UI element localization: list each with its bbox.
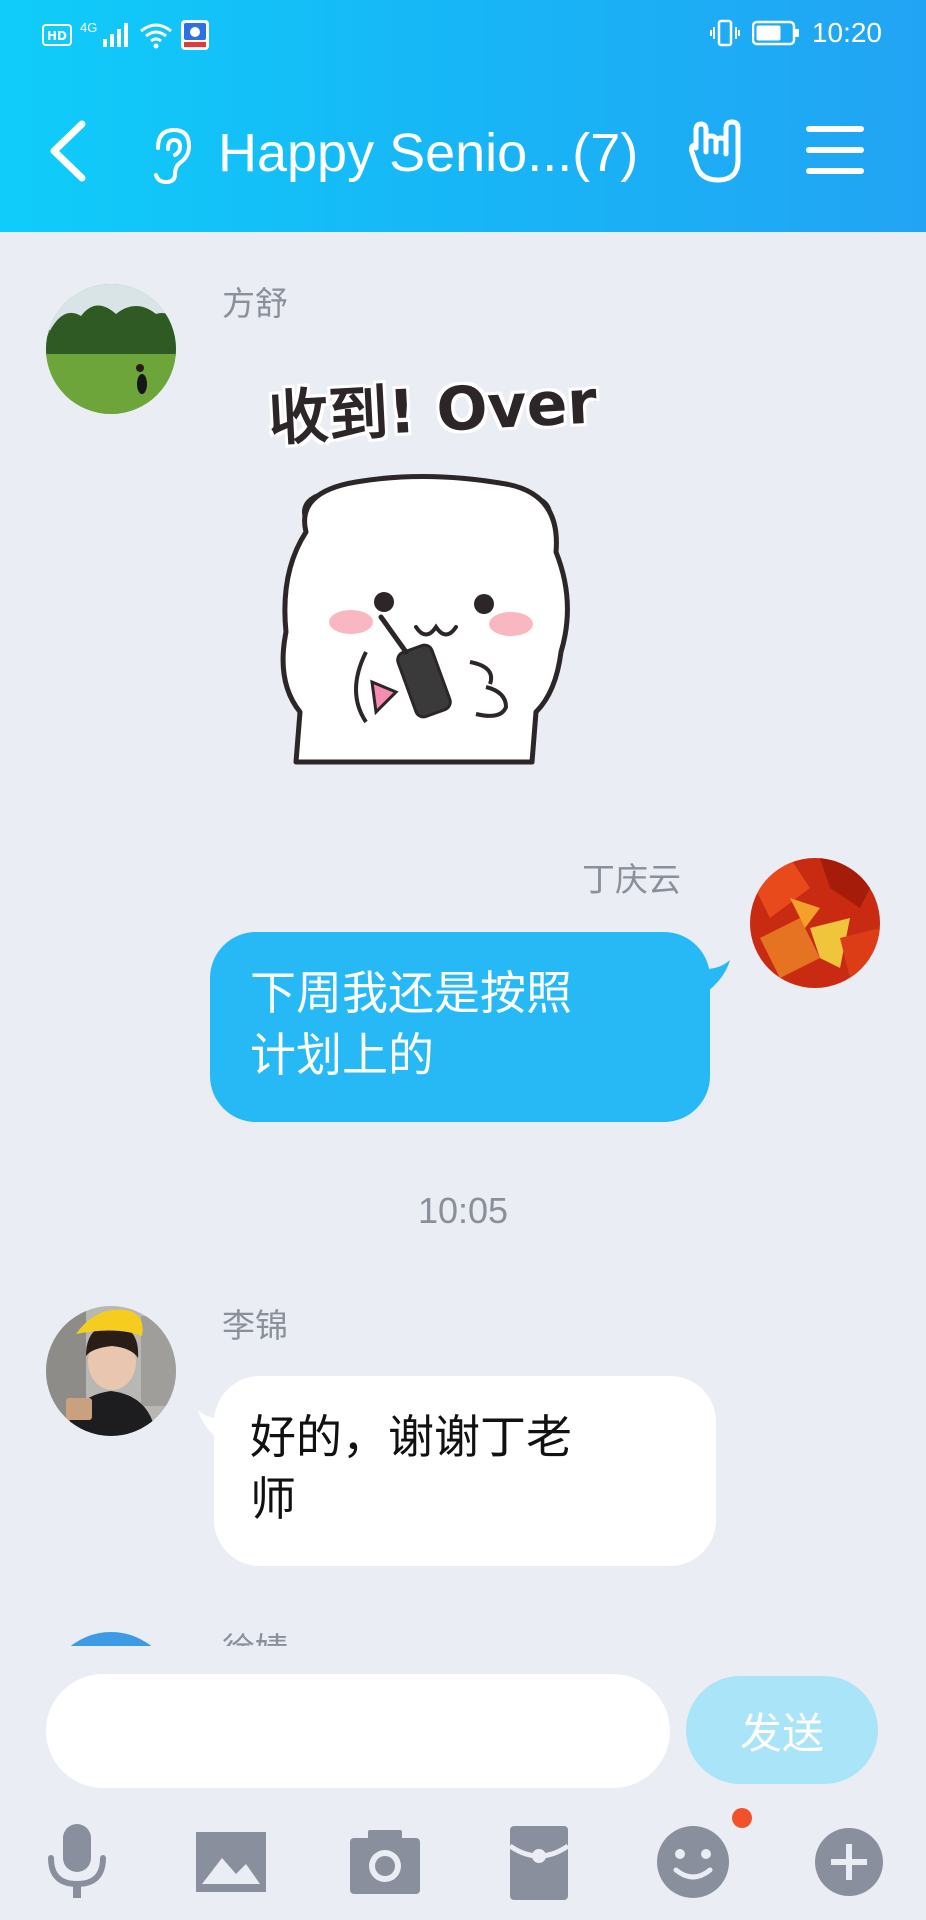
sender-name: 徐婧 — [222, 1630, 288, 1646]
menu-icon[interactable] — [806, 124, 864, 176]
chat-header: HD 4G 10:20 Happy Senio...(7) — [0, 0, 926, 232]
message-text-line: 下周我还是按照 — [250, 966, 572, 1020]
sender-name: 李锦 — [222, 1306, 288, 1345]
outgoing-message-bubble[interactable]: 下周我还是按照 计划上的 — [210, 932, 710, 1122]
vibrate-icon — [709, 19, 740, 47]
microphone-icon[interactable] — [34, 1822, 120, 1902]
avatar[interactable] — [46, 284, 176, 414]
red-packet-icon[interactable] — [496, 1822, 582, 1902]
sticker-caption: 收到! Over — [266, 367, 599, 455]
send-button[interactable]: 发送 — [686, 1676, 878, 1784]
timestamp: 10:05 — [417, 1190, 509, 1231]
camera-icon[interactable] — [342, 1822, 428, 1902]
message-input[interactable] — [46, 1674, 670, 1788]
hd-icon: HD — [42, 24, 72, 46]
plus-icon[interactable] — [806, 1822, 892, 1902]
sender-name: 丁庆云 — [582, 860, 681, 899]
battery-icon — [751, 20, 799, 46]
avatar[interactable] — [46, 1306, 176, 1436]
message-text-line: 师 — [250, 1472, 296, 1526]
hand-gesture-icon[interactable] — [686, 118, 750, 184]
status-icons-left: HD 4G — [42, 20, 210, 50]
image-icon[interactable] — [188, 1822, 274, 1902]
avatar[interactable] — [46, 1632, 176, 1646]
emoji-badge — [732, 1808, 752, 1828]
status-icons-right: 10:20 — [709, 17, 882, 48]
sticker-message[interactable]: 收到! Over — [256, 342, 616, 782]
message-text-line: 计划上的 — [250, 1028, 434, 1082]
message-list[interactable]: 方舒 收到! Over 丁庆云 下周我还是按照 计划上的 10:05 李锦 好的… — [0, 232, 926, 1646]
signal-icon — [103, 23, 129, 47]
sender-name: 方舒 — [222, 284, 288, 323]
clock: 10:20 — [811, 17, 882, 48]
status-bar: HD 4G 10:20 — [0, 0, 926, 70]
incoming-message-bubble[interactable]: 好的，谢谢丁老 师 — [214, 1376, 716, 1566]
wifi-icon — [140, 23, 173, 49]
svg-text:HD: HD — [47, 29, 67, 43]
message-text-line: 好的，谢谢丁老 — [250, 1410, 572, 1464]
earpiece-mode-icon[interactable] — [144, 124, 194, 186]
emoji-icon[interactable] — [650, 1822, 736, 1902]
back-icon[interactable] — [44, 118, 94, 184]
network-type-label: 4G — [80, 20, 98, 35]
baidu-app-icon — [181, 20, 210, 50]
bear-sticker-icon — [280, 473, 570, 765]
avatar[interactable] — [750, 858, 880, 988]
chat-title[interactable]: Happy Senio...(7) — [218, 118, 638, 188]
